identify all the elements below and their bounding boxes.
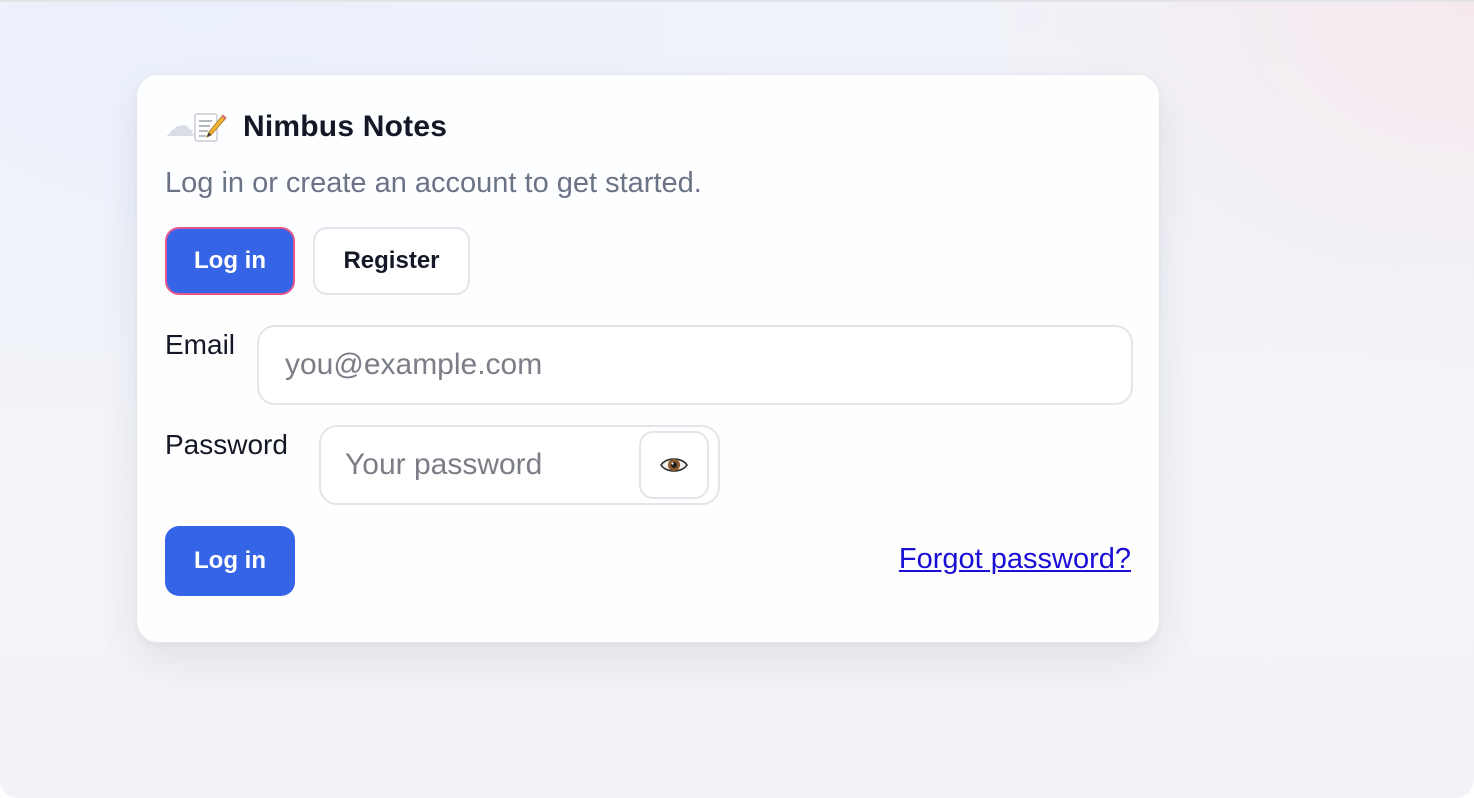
page-background: ☁ Nimbus Notes Log in or create an accou… xyxy=(0,0,1474,798)
show-password-button[interactable] xyxy=(639,431,709,499)
email-label: Email xyxy=(165,329,236,360)
tab-register[interactable]: Register xyxy=(313,227,470,295)
forgot-password-link[interactable]: Forgot password? xyxy=(899,543,1131,576)
password-field[interactable] xyxy=(321,427,631,503)
app-title: Nimbus Notes xyxy=(243,110,448,143)
auth-mode-tabs: Log in Register xyxy=(165,227,470,295)
tab-login[interactable]: Log in xyxy=(165,227,295,295)
password-field-wrapper xyxy=(319,425,720,505)
cloud-icon: ☁ xyxy=(165,109,195,144)
brand-header: ☁ Nimbus Notes xyxy=(165,105,447,149)
email-field[interactable] xyxy=(257,325,1133,405)
auth-card: ☁ Nimbus Notes Log in or create an accou… xyxy=(136,74,1160,643)
login-submit-button[interactable]: Log in xyxy=(165,526,295,596)
memo-icon xyxy=(194,113,227,142)
app-logo: ☁ xyxy=(165,111,227,143)
page-subtitle: Log in or create an account to get start… xyxy=(165,167,702,199)
password-label: Password xyxy=(165,429,288,460)
eye-icon xyxy=(660,458,688,472)
